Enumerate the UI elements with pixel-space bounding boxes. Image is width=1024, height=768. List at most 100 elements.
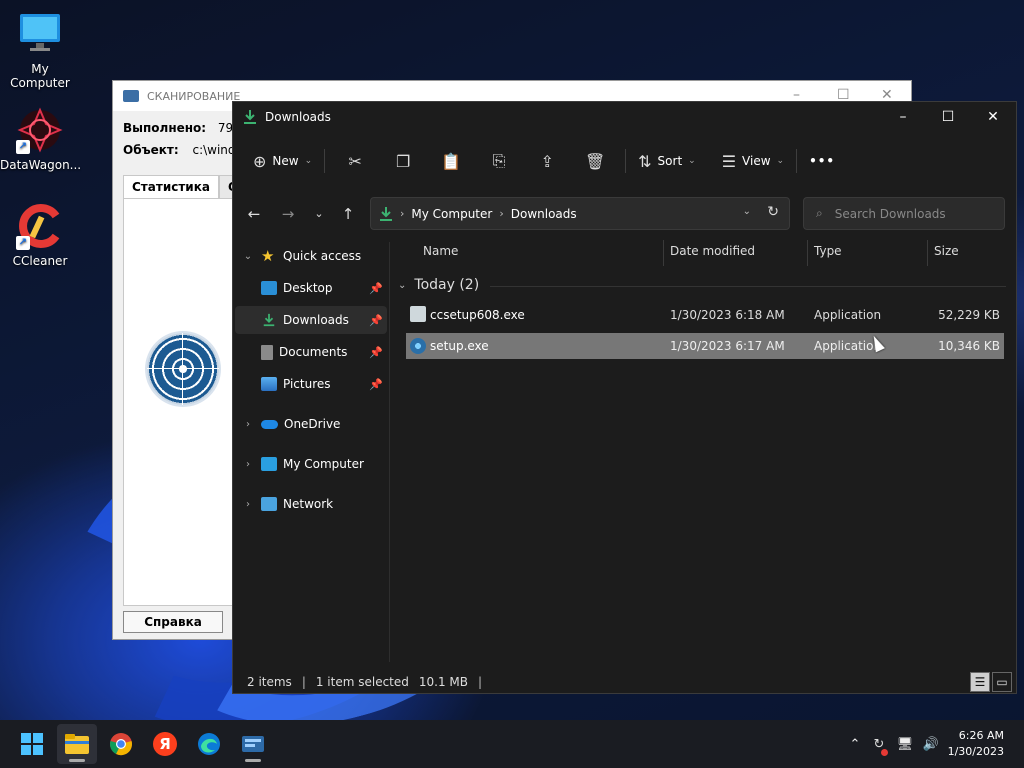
view-button[interactable]: ☰ View ⌄ xyxy=(716,145,790,177)
minimize-button[interactable]: – xyxy=(880,102,926,132)
details-view-button[interactable]: ☰ xyxy=(970,672,990,692)
taskbar-scanner-app[interactable] xyxy=(233,724,273,764)
group-label: Today (2) xyxy=(414,277,480,293)
breadcrumb-my-computer[interactable]: My Computer xyxy=(411,207,492,221)
sidebar-item-desktop[interactable]: Desktop 📌 xyxy=(235,274,387,302)
maximize-button[interactable]: ☐ xyxy=(925,102,971,132)
trash-icon: 🗑 xyxy=(584,151,606,171)
more-options-button[interactable]: ••• xyxy=(803,145,841,177)
address-dropdown-icon[interactable]: ⌄ xyxy=(743,206,751,217)
pictures-icon xyxy=(261,377,277,391)
column-separator[interactable] xyxy=(663,240,664,266)
close-button[interactable]: ✕ xyxy=(970,102,1016,132)
scanner-app-icon xyxy=(123,90,139,102)
toolbar-separator xyxy=(796,149,798,173)
column-separator[interactable] xyxy=(927,240,928,266)
delete-button[interactable]: 🗑 xyxy=(571,145,619,177)
desktop-icon-ccleaner[interactable]: ↗ CCleaner xyxy=(0,202,80,268)
window-title: Downloads xyxy=(265,110,331,124)
column-header-date[interactable]: Date modified xyxy=(670,244,755,266)
navigation-row: ← → ⌄ ↑ › My Computer › Downloads ⌄ ↻ ⌕ xyxy=(233,194,1016,234)
back-button[interactable]: ← xyxy=(240,202,268,226)
start-button[interactable] xyxy=(12,724,52,764)
show-hidden-icons-chevron-up-icon[interactable]: ⌃ xyxy=(844,737,866,752)
chrome-icon xyxy=(110,733,132,756)
desktop-icon-my-computer[interactable]: My Computer xyxy=(0,10,80,90)
refresh-icon[interactable]: ↻ xyxy=(767,204,779,220)
status-selected: 1 item selected xyxy=(315,675,409,689)
file-type: Application xyxy=(814,308,882,322)
shortcut-arrow-icon: ↗ xyxy=(16,140,30,154)
network-monitor-icon[interactable]: 🖥 xyxy=(892,737,918,752)
tiles-view-button[interactable]: ▭ xyxy=(992,672,1012,692)
view-button-label: View xyxy=(742,154,771,168)
navigation-pane: ⌄ ★ Quick access Desktop 📌 Downloads 📌 D… xyxy=(233,242,389,662)
datawagon-icon: ↗ xyxy=(16,106,64,154)
sidebar-item-label: Desktop xyxy=(283,281,333,295)
sidebar-item-documents[interactable]: Documents 📌 xyxy=(235,338,387,366)
sync-alert-icon[interactable]: ↻ xyxy=(866,737,892,756)
sidebar-item-label: Quick access xyxy=(283,249,362,263)
new-button[interactable]: ⊕ New ⌄ xyxy=(247,145,318,177)
scissors-icon: ✂ xyxy=(348,151,362,171)
rename-button[interactable]: ⎘ xyxy=(475,145,523,177)
file-row-ccsetup608[interactable]: ccsetup608.exe 1/30/2023 6:18 AM Applica… xyxy=(406,302,1004,328)
search-box[interactable]: ⌕ xyxy=(803,197,1005,230)
network-icon xyxy=(261,497,277,511)
desktop-icon-label: My Computer xyxy=(10,62,70,90)
sidebar-item-downloads[interactable]: Downloads 📌 xyxy=(235,306,387,334)
column-header-name[interactable]: Name xyxy=(423,244,458,266)
volume-icon[interactable]: 🔊 xyxy=(918,737,944,752)
file-name: setup.exe xyxy=(430,339,489,353)
taskbar-edge[interactable] xyxy=(189,724,229,764)
download-icon xyxy=(263,313,275,327)
sidebar-item-onedrive[interactable]: › OneDrive xyxy=(235,410,387,438)
up-button[interactable]: ↑ xyxy=(334,202,362,226)
address-bar[interactable]: › My Computer › Downloads ⌄ ↻ xyxy=(370,197,790,230)
progress-row: Выполнено: 79% xyxy=(123,121,245,135)
column-header-size[interactable]: Size xyxy=(934,244,959,266)
search-input[interactable] xyxy=(834,206,985,221)
breadcrumb-downloads[interactable]: Downloads xyxy=(511,207,577,221)
running-indicator xyxy=(69,759,85,762)
sidebar-item-pictures[interactable]: Pictures 📌 xyxy=(235,370,387,398)
desktop-icon-datawagon[interactable]: ↗ DataWagon... xyxy=(0,106,82,172)
file-size: 10,346 KB xyxy=(938,339,1000,353)
document-icon xyxy=(261,344,273,360)
desktop-icon-label: DataWagon... xyxy=(0,158,82,172)
sidebar-item-label: Network xyxy=(283,497,334,511)
running-indicator xyxy=(245,759,261,762)
yandex-icon: Я xyxy=(153,732,177,756)
sidebar-item-quick-access[interactable]: ⌄ ★ Quick access xyxy=(235,242,387,270)
chevron-right-icon: › xyxy=(246,418,250,430)
column-header-type[interactable]: Type xyxy=(814,244,842,266)
shortcut-arrow-icon: ↗ xyxy=(16,236,30,250)
arrow-left-icon: ← xyxy=(247,205,261,223)
help-button[interactable]: Справка xyxy=(123,611,223,633)
sort-button[interactable]: ⇅ Sort ⌄ xyxy=(632,145,702,177)
setup-app-icon xyxy=(410,338,426,354)
sidebar-item-label: My Computer xyxy=(283,457,364,471)
start-icon xyxy=(21,733,43,755)
tab-statistics[interactable]: Статистика xyxy=(123,175,219,199)
cut-button[interactable]: ✂ xyxy=(331,145,379,177)
forward-button[interactable]: → xyxy=(274,202,302,226)
download-icon xyxy=(380,206,392,221)
taskbar-clock[interactable]: 6:26 AM 1/30/2023 xyxy=(948,728,1004,760)
edge-icon xyxy=(198,733,220,755)
taskbar-yandex[interactable]: Я xyxy=(145,724,185,764)
column-separator[interactable] xyxy=(807,240,808,266)
taskbar-file-explorer[interactable] xyxy=(57,724,97,764)
taskbar-chrome[interactable] xyxy=(101,724,141,764)
sidebar-item-my-computer[interactable]: › My Computer xyxy=(235,450,387,478)
copy-button[interactable]: ❐ xyxy=(379,145,427,177)
sidebar-item-label: OneDrive xyxy=(284,417,341,431)
group-header-today[interactable]: ⌄ Today (2) xyxy=(398,277,479,293)
share-button[interactable]: ⇪ xyxy=(523,145,571,177)
status-separator: | xyxy=(478,675,483,689)
sidebar-item-network[interactable]: › Network xyxy=(235,490,387,518)
paste-button[interactable]: 📋 xyxy=(427,145,475,177)
recent-locations-button[interactable]: ⌄ xyxy=(305,202,333,226)
clock-time: 6:26 AM xyxy=(958,729,1004,742)
file-row-setup[interactable]: setup.exe 1/30/2023 6:17 AM Application … xyxy=(406,333,1004,359)
